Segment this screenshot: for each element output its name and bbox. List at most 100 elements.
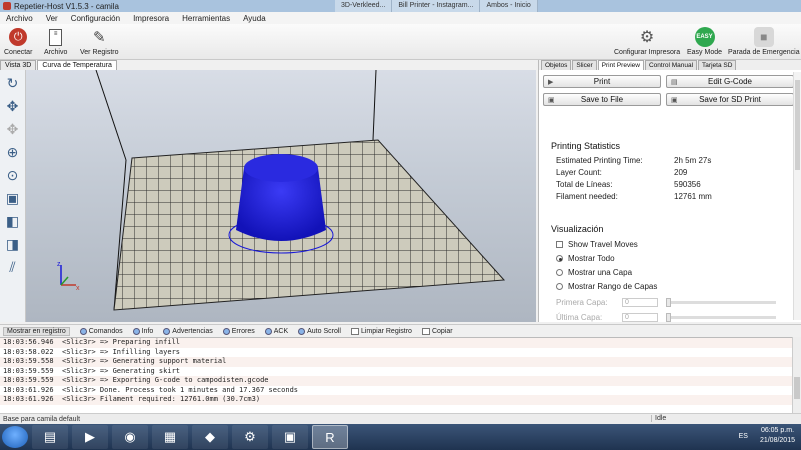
slider-knob[interactable]	[666, 313, 671, 322]
menu-ver[interactable]: Ver	[46, 14, 58, 23]
rotate-icon[interactable]: ↻	[3, 73, 23, 93]
menu-archivo[interactable]: Archivo	[6, 14, 33, 23]
stat-row: Total de Líneas: 590356	[556, 180, 796, 189]
move-icon[interactable]: ✥	[3, 96, 23, 116]
stat-value: 2h 5m 27s	[674, 156, 712, 165]
start-button[interactable]	[2, 426, 28, 448]
warnings-label: Advertencias	[172, 327, 213, 335]
show-all-label: Mostrar Todo	[568, 254, 615, 263]
tab-3d-view[interactable]: Vista 3D	[0, 60, 37, 70]
zoom-fit-icon[interactable]: ⊙	[3, 165, 23, 185]
menu-herramientas[interactable]: Herramientas	[182, 14, 230, 23]
connect-label: Conectar	[4, 49, 33, 56]
auto-scroll-toggle[interactable]: Auto Scroll	[298, 327, 341, 335]
last-layer-slider[interactable]	[666, 313, 776, 322]
repetier-host-icon[interactable]: R	[312, 425, 348, 449]
tab-manual-control[interactable]: Control Manual	[644, 60, 698, 70]
show-in-log-button[interactable]: Mostrar en registro	[3, 326, 70, 336]
errors-label: Errores	[231, 327, 255, 335]
title-tab[interactable]: 3D-Verkleed...	[335, 0, 393, 12]
show-one-layer-radio[interactable]: Mostrar una Capa	[556, 268, 632, 277]
top-view-icon[interactable]: ◧	[3, 211, 23, 231]
tab-slicer[interactable]: Slicer	[572, 60, 597, 70]
log-time: 18:03:59.559	[3, 366, 54, 375]
radio-dot[interactable]	[556, 255, 563, 262]
print-button[interactable]: ▶ Print	[543, 75, 661, 88]
show-one-label: Mostrar una Capa	[568, 268, 633, 277]
radio-dot[interactable]	[556, 283, 563, 290]
save-file-button[interactable]: ▣ Save to File	[543, 93, 661, 106]
chrome-icon[interactable]: ◉	[112, 425, 148, 449]
right-panel-scrollbar[interactable]	[793, 72, 801, 320]
title-bar-tabs: 3D-Verkleed... Bill Printer - Instagram.…	[335, 0, 538, 12]
settings-icon[interactable]: ⚙	[232, 425, 268, 449]
tab-print-preview[interactable]: Print Preview	[597, 60, 644, 70]
edit-gcode-button[interactable]: ▤ Edit G-Code	[666, 75, 794, 88]
printer-settings-button[interactable]: ⚙ Configurar Impresora	[614, 26, 680, 56]
tab-sd-card[interactable]: Tarjeta SD	[698, 60, 737, 70]
view-tabs: Vista 3D Curva de Temperatura	[0, 60, 118, 70]
radio-dot[interactable]	[556, 269, 563, 276]
image-viewer-icon[interactable]: ▣	[272, 425, 308, 449]
emergency-stop-button[interactable]: ■ Parada de Emergencia	[728, 26, 800, 56]
first-layer-slider[interactable]	[666, 298, 776, 307]
error-icon	[222, 327, 230, 335]
menu-ayuda[interactable]: Ayuda	[243, 14, 266, 23]
clear-log-button[interactable]: Limpiar Registro	[350, 327, 412, 335]
filter-warnings[interactable]: Advertencias	[163, 327, 213, 335]
tab-temperature-curve[interactable]: Curva de Temperatura	[37, 60, 117, 70]
filter-commands[interactable]: Comandos	[79, 327, 123, 335]
log-panel[interactable]: 18:03:56.946 <Slic3r> => Preparing infill…	[0, 337, 792, 413]
menu-configuracion[interactable]: Configuración	[71, 14, 120, 23]
show-travel-checkbox[interactable]: Show Travel Moves	[556, 240, 638, 249]
log-time: 18:03:61.926	[3, 395, 54, 403]
log-time: 18:03:61.926	[3, 385, 54, 394]
move-object-icon[interactable]: ✥	[3, 119, 23, 139]
calculator-icon[interactable]: ▦	[152, 425, 188, 449]
title-bar: Repetier-Host V1.5.3 - camila 3D-Verklee…	[0, 0, 801, 12]
show-layer-range-radio[interactable]: Mostrar Rango de Capas	[556, 282, 657, 291]
media-player-icon[interactable]: ▶	[72, 425, 108, 449]
log-message: <Slic3r> Filament required: 12761.0mm (3…	[62, 395, 261, 403]
log-scrollbar[interactable]	[792, 337, 801, 413]
checkbox-box[interactable]	[556, 241, 563, 248]
ack-label: ACK	[273, 327, 289, 335]
title-tab[interactable]: Bill Printer - Instagram...	[392, 0, 481, 12]
zoom-icon[interactable]: ⊕	[3, 142, 23, 162]
first-layer-input[interactable]: 0	[622, 298, 658, 307]
print-label: Print	[593, 77, 611, 86]
save-sd-button[interactable]: ▣ Save for SD Print	[666, 93, 794, 106]
language-indicator[interactable]: ES	[739, 433, 748, 440]
clear-icon	[350, 327, 359, 335]
explorer-icon[interactable]: ▤	[32, 425, 68, 449]
connect-button[interactable]: ⏻ Conectar	[4, 26, 32, 56]
front-view-icon[interactable]: ▣	[3, 188, 23, 208]
scroll-thumb[interactable]	[795, 80, 800, 170]
parallel-view-icon[interactable]: ⫽	[3, 257, 23, 277]
clock[interactable]: 06:05 p.m. 21/08/2015	[760, 426, 795, 446]
app-icon[interactable]: ◆	[192, 425, 228, 449]
3d-viewport[interactable]: z x	[26, 70, 536, 322]
menu-bar: Archivo Ver Configuración Impresora Herr…	[0, 12, 801, 24]
scroll-thumb[interactable]	[794, 377, 800, 399]
filter-info[interactable]: Info	[132, 327, 153, 335]
side-view-icon[interactable]: ◨	[3, 234, 23, 254]
filter-errors[interactable]: Errores	[222, 327, 255, 335]
edit-gcode-label: Edit G-Code	[707, 77, 753, 86]
log-message: <Slic3r> => Generating skirt	[62, 366, 181, 375]
show-all-radio[interactable]: Mostrar Todo	[556, 254, 615, 263]
copy-button[interactable]: Copiar	[421, 327, 453, 335]
sd-card-icon: ▣	[671, 96, 678, 104]
menu-impresora[interactable]: Impresora	[133, 14, 169, 23]
show-range-label: Mostrar Rango de Capas	[568, 282, 658, 291]
stat-key: Layer Count:	[556, 168, 602, 177]
filter-ack[interactable]: ACK	[264, 327, 289, 335]
stats-title: Printing Statistics	[551, 141, 621, 151]
file-button[interactable]: ≡ Archivo	[44, 26, 67, 56]
easy-mode-button[interactable]: EASY Easy Mode	[687, 26, 722, 56]
title-tab[interactable]: Ambos - Inicio	[480, 0, 538, 12]
slider-knob[interactable]	[666, 298, 671, 307]
last-layer-input[interactable]: 0	[622, 313, 658, 322]
tab-objects[interactable]: Objetos	[541, 60, 572, 70]
show-log-button[interactable]: ✎ Ver Registro	[80, 26, 119, 56]
